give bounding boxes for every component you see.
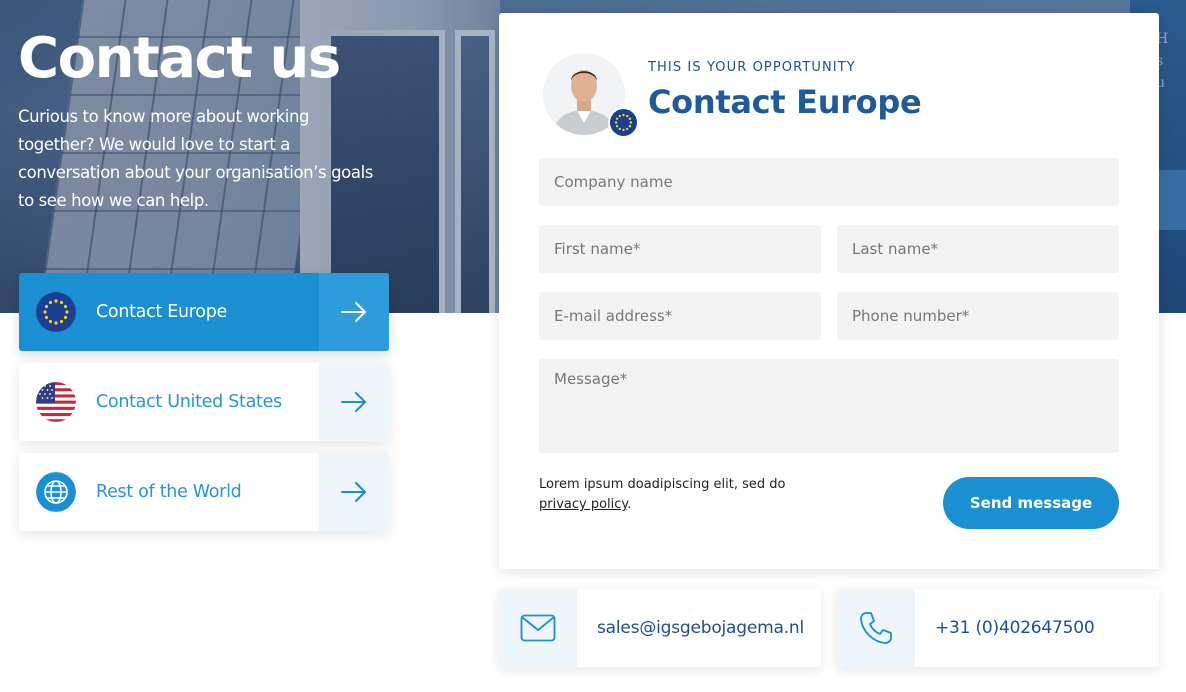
region-button-united-states[interactable]: Contact United States <box>19 363 389 441</box>
send-message-button[interactable]: Send message <box>943 477 1119 529</box>
privacy-policy-link[interactable]: privacy policy <box>539 497 627 512</box>
region-button-europe[interactable]: Contact Europe <box>19 273 389 351</box>
region-label: Contact Europe <box>96 302 227 322</box>
contact-form-card: THIS IS YOUR OPPORTUNITY Contact Europe … <box>499 13 1159 569</box>
form-title: Contact Europe <box>648 83 922 121</box>
company-name-field[interactable] <box>539 158 1119 206</box>
form-kicker: THIS IS YOUR OPPORTUNITY <box>648 60 856 75</box>
us-flag-icon <box>36 382 76 422</box>
legal-suffix: . <box>627 497 632 512</box>
eu-flag-icon <box>36 292 76 332</box>
mail-icon <box>499 589 577 667</box>
phone-icon <box>837 589 915 667</box>
region-label: Rest of the World <box>96 482 242 502</box>
hero-intro-text: Curious to know more about working toget… <box>18 107 373 210</box>
email-field[interactable] <box>539 292 821 340</box>
phone-number[interactable]: +31 (0)402647500 <box>935 618 1095 638</box>
email-address[interactable]: sales@igsgebojagema.nl <box>597 618 804 638</box>
region-label: Contact United States <box>96 392 282 412</box>
legal-notice: Lorem ipsum doadipiscing elit, sed do pr… <box>539 475 839 515</box>
message-field[interactable] <box>539 359 1119 453</box>
email-contact-tile[interactable]: sales@igsgebojagema.nl <box>499 589 821 667</box>
phone-field[interactable] <box>837 292 1119 340</box>
page-title: Contact us <box>18 26 341 91</box>
globe-icon <box>36 472 76 512</box>
arrow-right-icon <box>319 273 389 351</box>
last-name-field[interactable] <box>837 225 1119 273</box>
arrow-right-icon <box>319 453 389 531</box>
legal-text: Lorem ipsum doadipiscing elit, sed do <box>539 477 786 492</box>
arrow-right-icon <box>319 363 389 441</box>
first-name-field[interactable] <box>539 225 821 273</box>
region-button-rest-of-world[interactable]: Rest of the World <box>19 453 389 531</box>
eu-flag-icon <box>608 107 639 138</box>
phone-contact-tile[interactable]: +31 (0)402647500 <box>837 589 1159 667</box>
